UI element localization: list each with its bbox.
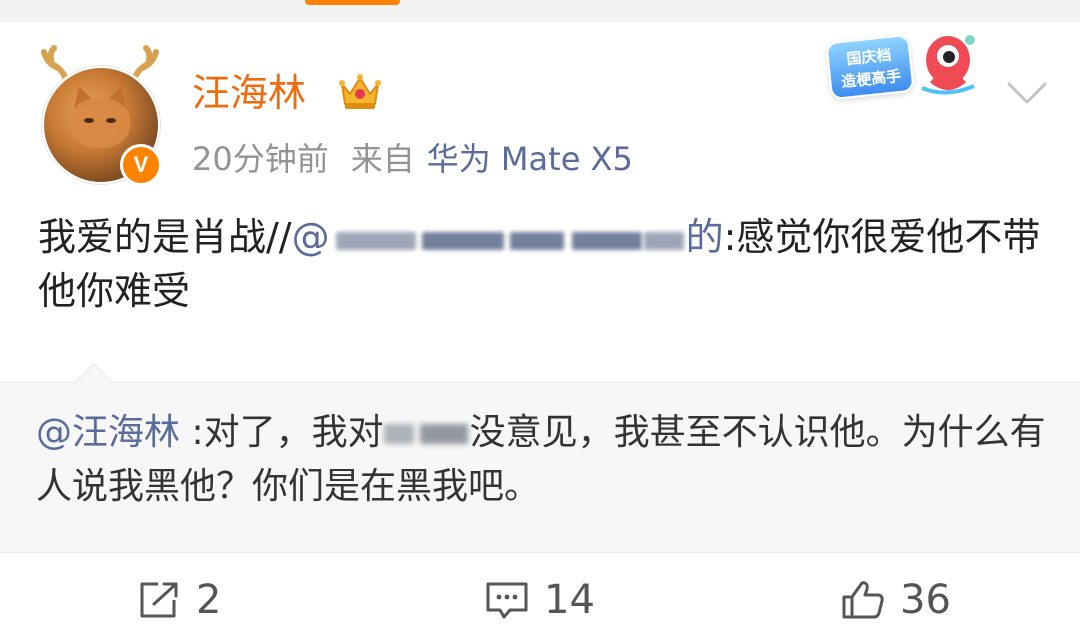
post-time: 20分钟前 [192,140,329,178]
like-button[interactable]: 36 [840,576,951,624]
username[interactable]: 汪海林 [192,70,306,116]
device-link[interactable]: 华为 Mate X5 [427,140,633,178]
top-strip [0,0,1080,22]
repost-icon [140,582,178,618]
post-text: 我爱的是肖战//@ 的:感觉你很爱他不带他你难受 [38,215,1041,313]
source-prefix: 来自 [350,140,415,178]
divider [0,552,1080,553]
chevron-down-icon[interactable] [1006,80,1048,106]
comment-button[interactable]: 14 [484,576,595,624]
like-icon [842,581,884,619]
comment-count: 14 [544,577,595,623]
verified-badge-icon: V [120,144,162,186]
sticker-label: 国庆档 造梗高手 [825,33,915,101]
retweet-text: @汪海林 :对了，我对 没意见，我甚至不认识他。为什么有人说我黑他？你们是在黑我吧… [36,412,1046,507]
like-count: 36 [900,577,951,623]
avatar[interactable]: V [36,44,162,186]
top-accent-bar [305,0,400,5]
post-meta: 20分钟前 来自 华为 Mate X5 [192,138,633,180]
repost-count: 2 [196,577,222,623]
blurred-name [383,414,470,454]
comment-icon [486,582,528,619]
sticker-mascot-icon [921,35,975,95]
mention-link[interactable]: @ 的 [292,215,724,259]
blurred-mention [332,218,684,262]
crown-icon[interactable] [338,70,382,112]
action-bar: 2 14 36 [0,566,1080,634]
repost-button[interactable]: 2 [136,576,221,624]
sticker-badge[interactable]: 国庆档 造梗高手 [820,24,990,110]
retweet-mention-link[interactable]: @汪海林 [36,412,180,453]
